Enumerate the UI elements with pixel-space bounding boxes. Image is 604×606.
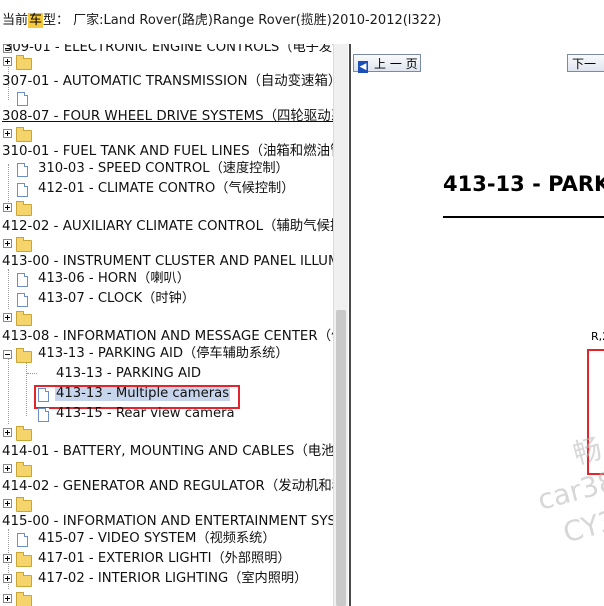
scrollbar-thumb[interactable]	[336, 310, 346, 606]
folder-icon	[16, 237, 32, 252]
tree-row-section[interactable]: 413-06 - HORN（喇叭）	[38, 269, 190, 288]
expand-plus-icon[interactable]	[3, 239, 12, 248]
tree-scrollbar[interactable]	[333, 44, 348, 606]
document-title: 413-13 - PARK	[443, 172, 604, 196]
folder-icon	[16, 572, 32, 587]
next-page-button[interactable]: 下一	[567, 54, 604, 72]
tree-row-chapter[interactable]: 307-01 - AUTOMATIC TRANSMISSION（自动变速箱）	[2, 72, 333, 91]
folder-icon	[16, 55, 32, 70]
folder-icon	[16, 201, 32, 216]
figure-label: R,2	[591, 330, 604, 343]
expand-plus-icon[interactable]	[3, 574, 12, 583]
tree-row-chapter[interactable]: 308-07 - FOUR WHEEL DRIVE SYSTEMS（四轮驱动系统…	[2, 107, 333, 126]
tree-guide	[8, 354, 9, 424]
tree-row-page[interactable]: 413-15 - Rear view camera	[56, 404, 235, 423]
prev-page-button[interactable]: ◀ 上 一 页	[353, 54, 421, 73]
tree-row-section[interactable]: 310-03 - SPEED CONTROL（速度控制）	[38, 159, 289, 178]
expand-plus-icon[interactable]	[3, 203, 12, 212]
tree-row-chapter[interactable]: 414-01 - BATTERY, MOUNTING AND CABLES（电池…	[2, 442, 333, 461]
document-viewer: ◀上 一 页 下一 413-13 - PARK R,2 畅 car38 CY3	[349, 44, 604, 606]
doc-icon	[17, 293, 28, 307]
title-suffix: 型： 厂家:Land Rover(路虎)Range Rover(揽胜)2010-…	[43, 13, 442, 28]
tree-row-chapter[interactable]: 414-02 - GENERATOR AND REGULATOR（发动机和稳压器…	[2, 477, 333, 496]
expand-plus-icon[interactable]	[3, 428, 12, 437]
tree-row-section[interactable]: 413-13 - PARKING AID（停车辅助系统）	[38, 344, 289, 363]
expand-plus-icon[interactable]	[3, 57, 12, 66]
title-highlight: 车	[28, 13, 44, 28]
tree-row-section[interactable]: 417-02 - INTERIOR LIGHTING（室内照明）	[38, 569, 307, 588]
tree-row-section[interactable]: 415-07 - VIDEO SYSTEM（视频系统）	[38, 529, 276, 548]
title-rule	[443, 216, 604, 218]
doc-icon	[38, 408, 49, 422]
folder-icon	[16, 311, 32, 326]
tree-row-chapter[interactable]: 412-02 - AUXILIARY CLIMATE CONTROL（辅助气候控…	[2, 217, 333, 236]
folder-icon	[16, 592, 32, 606]
folder-icon	[16, 426, 32, 441]
vehicle-title: 当前车型： 厂家:Land Rover(路虎)Range Rover(揽胜)20…	[2, 9, 441, 28]
title-bar: 当前车型： 厂家:Land Rover(路虎)Range Rover(揽胜)20…	[0, 0, 604, 45]
doc-icon	[17, 163, 28, 177]
tree-guide	[27, 373, 37, 374]
doc-icon	[17, 273, 28, 287]
tree-guide	[26, 358, 27, 416]
doc-icon	[17, 533, 28, 547]
doc-icon	[17, 92, 28, 106]
folder-icon	[16, 497, 32, 512]
expand-plus-icon[interactable]	[3, 129, 12, 138]
folder-icon	[16, 552, 32, 567]
expand-plus-icon[interactable]	[3, 313, 12, 322]
tree-guide	[8, 269, 9, 309]
left-arrow-icon: ◀	[358, 61, 368, 73]
watermark-text: CY3	[559, 503, 604, 550]
expand-plus-icon[interactable]	[3, 464, 12, 473]
title-prefix: 当前	[2, 13, 29, 28]
expand-plus-icon[interactable]	[3, 594, 12, 603]
folder-icon	[16, 127, 32, 142]
expand-plus-icon[interactable]	[3, 554, 12, 563]
collapse-minus-icon[interactable]	[3, 350, 12, 359]
doc-icon	[17, 183, 28, 197]
tree-row-section[interactable]: 413-07 - CLOCK（时钟）	[38, 289, 195, 308]
tree-row-page[interactable]: 413-13 - PARKING AID	[56, 364, 201, 383]
folder-icon	[16, 462, 32, 477]
expand-plus-icon[interactable]	[3, 499, 12, 508]
chapter-tree[interactable]: 309-01 - ELECTRONIC ENGINE CONTROLS（电子发动…	[0, 44, 333, 606]
tree-row-section[interactable]: 412-01 - CLIMATE CONTRO（气候控制）	[38, 179, 294, 198]
folder-open-icon	[16, 348, 32, 363]
tree-row-section[interactable]: 417-01 - EXTERIOR LIGHTI（外部照明）	[38, 549, 291, 568]
